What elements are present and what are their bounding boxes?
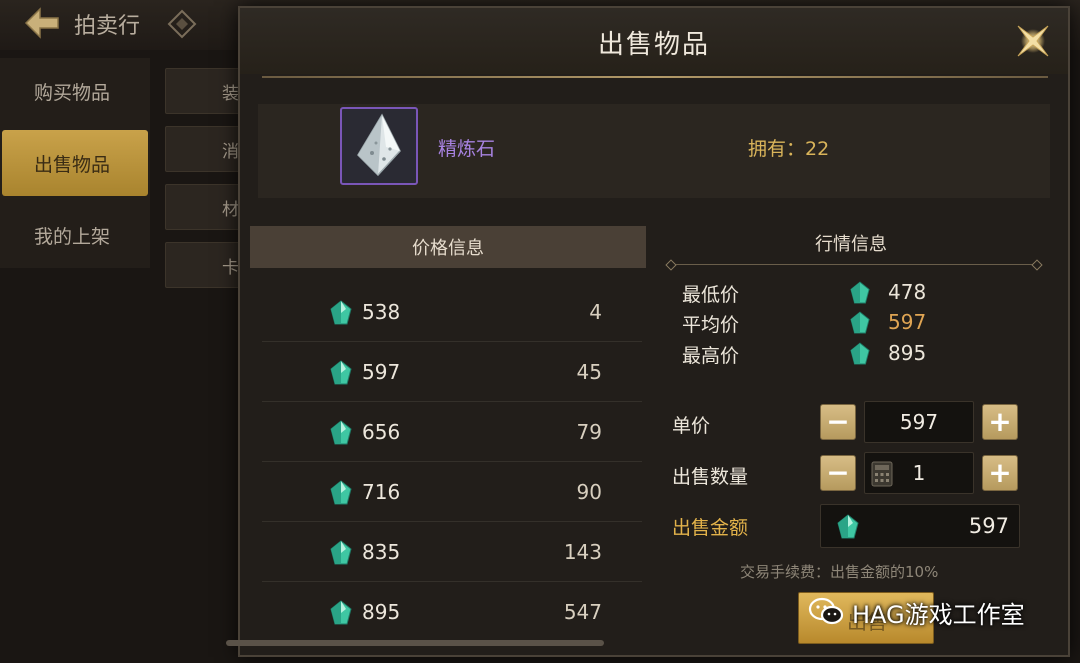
listing-price: 716 [362, 480, 401, 504]
subtab-cards[interactable]: 卡 [165, 242, 245, 288]
gem-icon [850, 311, 870, 334]
quantity-value: 1 [912, 461, 926, 485]
listing-price: 895 [362, 600, 401, 624]
market-divider [670, 264, 1038, 265]
auction-title: 拍卖行 [74, 14, 141, 39]
listing-qty: 90 [576, 480, 602, 504]
watermark: HAG游戏工作室 [808, 592, 1025, 632]
quantity-label: 出售数量 [672, 466, 749, 488]
quantity-decrease-button[interactable]: − [820, 455, 856, 491]
auction-sidebar: 购买物品 出售物品 我的上架 [0, 58, 150, 268]
quantity-increase-button[interactable]: + [982, 455, 1018, 491]
gem-icon [330, 540, 352, 565]
calculator-icon[interactable] [871, 461, 893, 487]
stat-label-max: 最高价 [682, 345, 740, 367]
listing-qty: 45 [576, 360, 602, 384]
unit-price-increase-button[interactable]: + [982, 404, 1018, 440]
stat-value-avg: 597 [888, 310, 927, 334]
price-row[interactable]: 716 90 [262, 462, 642, 522]
item-slot[interactable] [340, 107, 418, 185]
close-icon[interactable] [1012, 20, 1054, 62]
listing-price: 538 [362, 300, 401, 324]
listing-qty: 143 [563, 540, 602, 564]
plus-icon: + [988, 456, 1012, 489]
gem-icon [330, 360, 352, 385]
fee-note: 交易手续费：出售金额的10% [740, 563, 939, 581]
dialog-title: 出售物品 [597, 30, 710, 60]
price-row[interactable]: 597 45 [262, 342, 642, 402]
subtab-equipment[interactable]: 装 [165, 68, 245, 114]
gem-icon [330, 300, 352, 325]
dialog-header: 出售物品 [240, 8, 1068, 74]
item-info-bar: 精炼石 拥有：22 [258, 104, 1050, 198]
plus-icon: + [988, 405, 1012, 438]
refining-stone-icon [357, 113, 401, 177]
minus-icon: − [826, 456, 850, 489]
subtab-materials[interactable]: 材 [165, 184, 245, 230]
quantity-input[interactable]: 1 [864, 452, 974, 494]
info-diamond-icon[interactable] [166, 8, 198, 40]
price-row[interactable]: 835 143 [262, 522, 642, 582]
total-amount-box: 597 [820, 504, 1020, 548]
listing-qty: 4 [589, 300, 602, 324]
gem-icon [837, 514, 859, 539]
horizontal-scrollbar[interactable] [226, 640, 604, 646]
back-arrow-icon[interactable] [22, 6, 62, 40]
price-row[interactable]: 895 547 [262, 582, 642, 642]
price-row[interactable]: 538 4 [262, 282, 642, 342]
sidebar-item-buy[interactable]: 购买物品 [2, 58, 148, 124]
stat-value-max: 895 [888, 341, 927, 365]
gem-icon [850, 281, 870, 304]
total-amount: 597 [968, 514, 1009, 538]
unit-price-decrease-button[interactable]: − [820, 404, 856, 440]
gem-icon [330, 420, 352, 445]
price-row[interactable]: 656 79 [262, 402, 642, 462]
header-divider [262, 76, 1048, 78]
item-name: 精炼石 [438, 138, 496, 160]
gem-icon [330, 600, 352, 625]
watermark-text: HAG游戏工作室 [852, 600, 1025, 629]
subtab-consumables[interactable]: 消 [165, 126, 245, 172]
sidebar-item-sell[interactable]: 出售物品 [2, 130, 148, 196]
stat-label-avg: 平均价 [682, 314, 740, 336]
listing-qty: 547 [563, 600, 602, 624]
price-info-header[interactable]: 价格信息 [250, 226, 646, 268]
stat-value-min: 478 [888, 280, 927, 304]
owned-count: 拥有：22 [748, 138, 830, 160]
market-info-header: 行情信息 [815, 234, 887, 255]
unit-price-input[interactable]: 597 [864, 401, 974, 443]
sell-item-dialog: 出售物品 精炼石 拥有：22 价格信息 538 4 597 45 656 79 … [238, 6, 1070, 657]
listing-price: 656 [362, 420, 401, 444]
unit-price-label: 单价 [672, 415, 711, 437]
total-label: 出售金额 [672, 517, 749, 539]
stat-label-min: 最低价 [682, 284, 740, 306]
sidebar-item-my-listings[interactable]: 我的上架 [2, 202, 148, 268]
gem-icon [850, 342, 870, 365]
wechat-icon [808, 597, 844, 625]
listing-price: 597 [362, 360, 401, 384]
listing-qty: 79 [576, 420, 602, 444]
minus-icon: − [826, 405, 850, 438]
gem-icon [330, 480, 352, 505]
listing-price: 835 [362, 540, 401, 564]
